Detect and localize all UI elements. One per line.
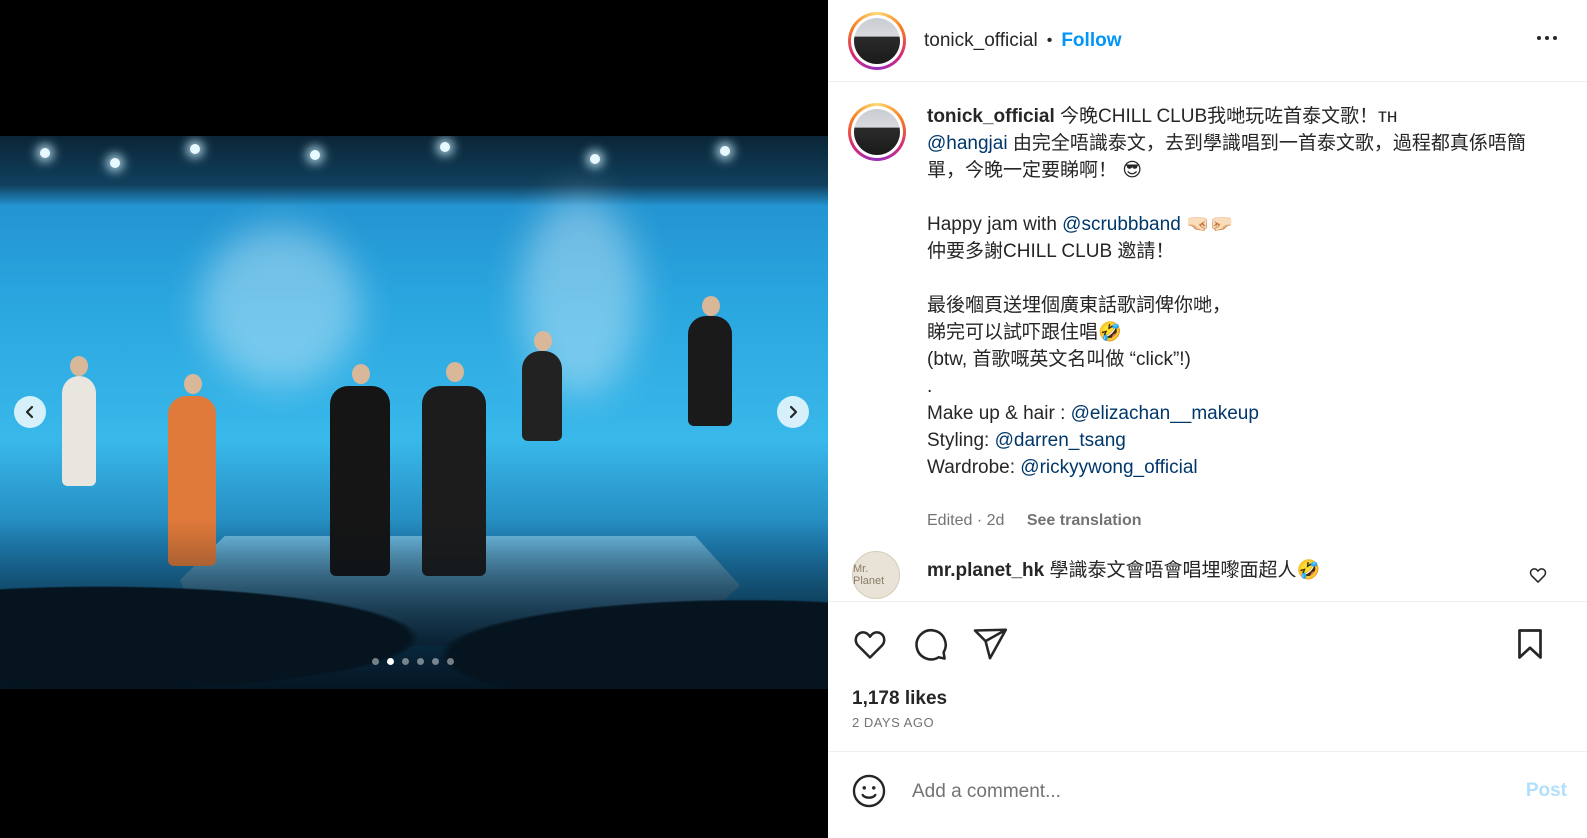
carousel-dot: [402, 658, 409, 665]
band-member-head: [184, 374, 202, 394]
paper-plane-icon: [973, 628, 1008, 660]
author-avatar[interactable]: [848, 11, 906, 70]
comment-input[interactable]: [912, 778, 1472, 806]
separator-dot: •: [1046, 31, 1053, 49]
stage-truss: [0, 136, 828, 206]
smiley-icon: [852, 774, 886, 808]
stage-light: [40, 148, 50, 158]
stage-light: [190, 144, 200, 154]
carousel-dot-active: [387, 658, 394, 665]
caption-avatar[interactable]: [848, 103, 906, 161]
caption-meta: Edited · 2d See translation: [927, 512, 1142, 530]
author-username[interactable]: tonick_official: [924, 30, 1038, 52]
avatar-border: [851, 106, 903, 158]
mention-link[interactable]: @elizachan__makeup: [1071, 403, 1259, 424]
post-timestamp[interactable]: 2 DAYS AGO: [852, 715, 934, 730]
more-options-button[interactable]: [1535, 26, 1559, 56]
caption-line: .: [927, 376, 933, 397]
post-header: tonick_official • Follow: [828, 0, 1587, 82]
post-comment-button[interactable]: Post: [1526, 780, 1567, 802]
avatar-border: [851, 14, 903, 67]
share-button[interactable]: [970, 624, 1010, 664]
caption-line: 最後嗰頁送埋個廣東話歌詞俾你哋，: [927, 295, 1232, 316]
carousel-prev-button[interactable]: [14, 396, 46, 428]
save-button[interactable]: [1510, 624, 1550, 664]
carousel-next-button[interactable]: [777, 396, 809, 428]
chevron-right-icon: [789, 405, 798, 419]
caption-line: (btw, 首歌嘅英文名叫做 “click”!): [927, 349, 1191, 370]
band-member: [62, 376, 96, 486]
mention-link[interactable]: @hangjai: [927, 133, 1008, 154]
caption-line: 仲要多謝CHILL CLUB 邀請！: [927, 241, 1175, 262]
caption-line: Styling:: [927, 430, 995, 451]
stage-light: [310, 150, 320, 160]
stage-light: [720, 146, 730, 156]
likes-count[interactable]: 1,178 likes: [852, 688, 947, 710]
heart-outline-icon: [854, 631, 886, 659]
caption-line: 今晚CHILL CLUB我哋玩咗首泰文歌！ᴛʜ: [1054, 106, 1398, 127]
post-photo: [0, 136, 828, 689]
caption-line: Make up & hair :: [927, 403, 1071, 424]
carousel-dot: [372, 658, 379, 665]
post-actions: 1,178 likes 2 DAYS AGO: [828, 601, 1587, 751]
add-comment-bar: Post: [828, 751, 1587, 838]
comment-like-button[interactable]: [1528, 565, 1548, 590]
band-member-head: [446, 362, 464, 382]
carousel-dot: [447, 658, 454, 665]
follow-button[interactable]: Follow: [1061, 30, 1121, 52]
comment-item: Mr. Planet mr.planet_hk 學識泰文會唔會唱埋嚟面超人🤣: [852, 551, 1552, 601]
commenter-avatar[interactable]: Mr. Planet: [852, 551, 900, 599]
band-member-head: [534, 331, 552, 351]
mention-link[interactable]: @rickyywong_official: [1020, 457, 1197, 478]
mention-link[interactable]: @scrubbband: [1062, 214, 1181, 235]
comment-bubble-icon: [915, 628, 947, 661]
avatar-image: [854, 17, 900, 64]
caption-line: Wardrobe:: [927, 457, 1021, 478]
stage-light: [440, 142, 450, 152]
stage-light: [110, 158, 120, 168]
caption-line: Happy jam with: [927, 214, 1063, 235]
band-member: [522, 351, 562, 441]
stage-light: [590, 154, 600, 164]
see-translation-button[interactable]: See translation: [1027, 512, 1142, 529]
media-viewer: [0, 0, 828, 838]
carousel-dot: [417, 658, 424, 665]
chevron-left-icon: [25, 405, 34, 419]
comment-button[interactable]: [910, 624, 950, 664]
emoji-text: 🤜🏻🤛🏻: [1180, 214, 1234, 235]
mention-link[interactable]: @darren_tsang: [995, 430, 1126, 451]
heart-outline-icon: [1529, 568, 1547, 583]
post-panel: tonick_official • Follow tonick_official…: [828, 0, 1587, 838]
caption-text: tonick_official 今晚CHILL CLUB我哋玩咗首泰文歌！ᴛʜ …: [927, 103, 1547, 481]
caption-username[interactable]: tonick_official: [927, 106, 1055, 127]
comment-body: 學識泰文會唔會唱埋嚟面超人🤣: [1044, 560, 1321, 581]
edited-timestamp: Edited · 2d: [927, 512, 1005, 529]
band-member-head: [70, 356, 88, 376]
carousel-dot: [432, 658, 439, 665]
bookmark-icon: [1518, 629, 1542, 659]
comment-text: mr.planet_hk 學識泰文會唔會唱埋嚟面超人🤣: [927, 555, 1320, 582]
light-glow: [200, 226, 360, 386]
caption-line: 睇完可以試吓跟住唱🤣: [927, 322, 1122, 343]
avatar-image: [854, 109, 900, 155]
commenter-username[interactable]: mr.planet_hk: [927, 560, 1044, 581]
band-member-head: [352, 364, 370, 384]
carousel-dots: [372, 658, 454, 665]
band-member: [688, 316, 732, 426]
more-horizontal-icon: [1537, 36, 1557, 40]
caption-line: 由完全唔識泰文，去到學識唱到一首泰文歌，過程都真係唔簡單，今晚一定要睇啊！ 😎: [927, 133, 1526, 181]
comments-area: tonick_official 今晚CHILL CLUB我哋玩咗首泰文歌！ᴛʜ …: [828, 83, 1587, 601]
emoji-button[interactable]: [850, 772, 890, 812]
band-member-head: [702, 296, 720, 316]
like-button[interactable]: [850, 624, 890, 664]
